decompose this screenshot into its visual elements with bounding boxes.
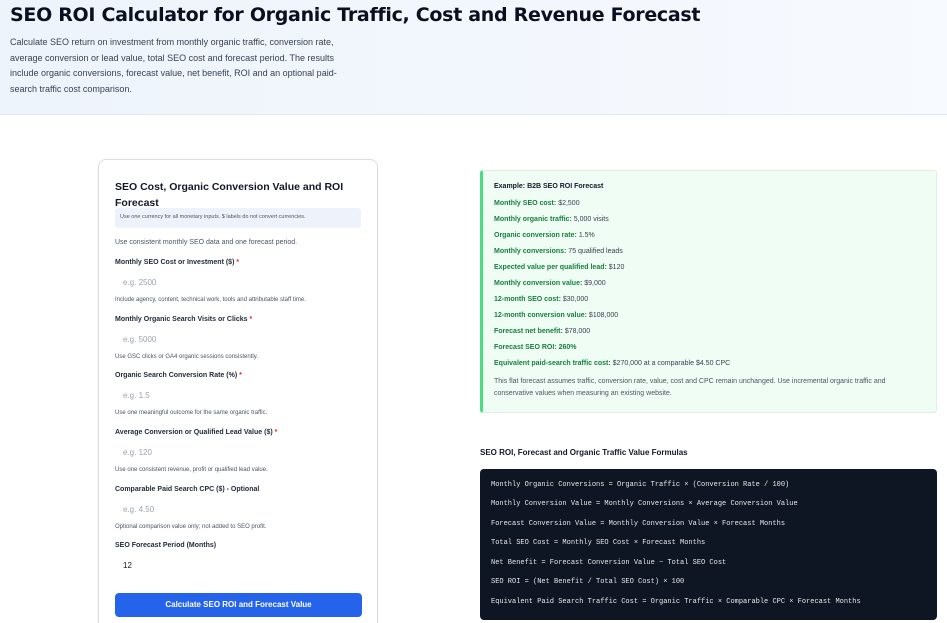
example-row: Monthly SEO cost: $2,500 [494, 200, 580, 207]
formula-line: Monthly Conversion Value = Monthly Conve… [491, 500, 798, 508]
example-row: Monthly organic traffic: 5,000 visits [494, 216, 609, 223]
page-title: SEO ROI Calculator for Organic Traffic, … [10, 4, 701, 26]
example-row: Organic conversion rate: 1.5% [494, 232, 595, 239]
example-row: Forecast net benefit: $78,000 [494, 328, 591, 335]
forecast-period-input[interactable]: 12 [115, 561, 365, 575]
conversion-value-field: Average Conversion or Qualified Lead Val… [115, 429, 365, 473]
form-intro: Use consistent monthly SEO data and one … [115, 239, 298, 246]
required-marker: * [274, 429, 278, 436]
currency-note: Use one currency for all monetary inputs… [115, 208, 361, 228]
example-row-roi: Forecast SEO ROI: 260% [494, 344, 577, 351]
page-description: Calculate SEO return on investment from … [10, 37, 337, 94]
example-title: Example: B2B SEO ROI Forecast [494, 183, 604, 190]
required-marker: * [236, 259, 240, 266]
conversion-value-input[interactable]: e.g. 120 [115, 448, 365, 462]
organic-visits-help: Use GSC clicks or GA4 organic sessions c… [115, 354, 258, 360]
seo-cost-input[interactable]: e.g. 2500 [115, 278, 365, 292]
example-row: 12-month conversion value: $108,000 [494, 312, 619, 319]
required-marker: * [249, 316, 253, 323]
forecast-period-field: SEO Forecast Period (Months) 12 [115, 542, 365, 575]
example-row: Expected value per qualified lead: $120 [494, 264, 625, 271]
calculator-form: SEO Cost, Organic Conversion Value and R… [98, 159, 378, 623]
example-row: Monthly conversions: 75 qualified leads [494, 248, 623, 255]
formula-line: Equivalent Paid Search Traffic Cost = Or… [491, 598, 861, 606]
paid-cpc-help: Optional comparison value only; not adde… [115, 524, 267, 530]
example-row: Monthly conversion value: $9,000 [494, 280, 606, 287]
organic-visits-input[interactable]: e.g. 5000 [115, 335, 365, 349]
example-row: 12-month SEO cost: $30,000 [494, 296, 589, 303]
example-box: Example: B2B SEO ROI Forecast Monthly SE… [480, 170, 937, 413]
paid-cpc-input[interactable]: e.g. 4.50 [115, 505, 365, 519]
example-note: This flat forecast assumes traffic, conv… [494, 378, 886, 397]
formula-line: Monthly Organic Conversions = Organic Tr… [491, 481, 790, 489]
conversion-rate-input[interactable]: e.g. 1.5 [115, 391, 365, 405]
form-title: SEO Cost, Organic Conversion Value and R… [115, 181, 344, 209]
paid-cpc-field: Comparable Paid Search CPC ($) - Optiona… [115, 486, 365, 530]
seo-cost-field: Monthly SEO Cost or Investment ($) * e.g… [115, 259, 365, 303]
formula-line: SEO ROI = (Net Benefit / Total SEO Cost)… [491, 578, 685, 586]
seo-cost-label: Monthly SEO Cost or Investment ($) [115, 259, 235, 266]
conversion-rate-label: Organic Search Conversion Rate (%) [115, 372, 238, 379]
calculate-button[interactable]: Calculate SEO ROI and Forecast Value [115, 593, 362, 617]
forecast-period-label: SEO Forecast Period (Months) [115, 542, 217, 549]
paid-cpc-label: Comparable Paid Search CPC ($) - Optiona… [115, 486, 260, 493]
conversion-rate-help: Use one meaningful outcome for the same … [115, 410, 268, 416]
required-marker: * [239, 372, 242, 379]
example-row: Equivalent paid-search traffic cost: $27… [494, 360, 731, 367]
conversion-value-help: Use one consistent revenue, profit or qu… [115, 467, 268, 473]
seo-cost-help: Include agency, content, technical work,… [115, 297, 306, 303]
page-header: SEO ROI Calculator for Organic Traffic, … [0, 0, 947, 115]
organic-visits-label: Monthly Organic Search Visits or Clicks [115, 316, 248, 323]
organic-visits-field: Monthly Organic Search Visits or Clicks … [115, 316, 365, 360]
formulas-title: SEO ROI, Forecast and Organic Traffic Va… [480, 448, 688, 457]
formula-line: Total SEO Cost = Monthly SEO Cost × Fore… [491, 539, 706, 547]
formula-line: Forecast Conversion Value = Monthly Conv… [491, 520, 786, 528]
conversion-rate-field: Organic Search Conversion Rate (%) * e.g… [115, 372, 365, 416]
conversion-value-label: Average Conversion or Qualified Lead Val… [115, 429, 273, 436]
formula-line: Net Benefit = Forecast Conversion Value … [491, 559, 727, 567]
formulas-code-block: Monthly Organic Conversions = Organic Tr… [480, 469, 937, 620]
